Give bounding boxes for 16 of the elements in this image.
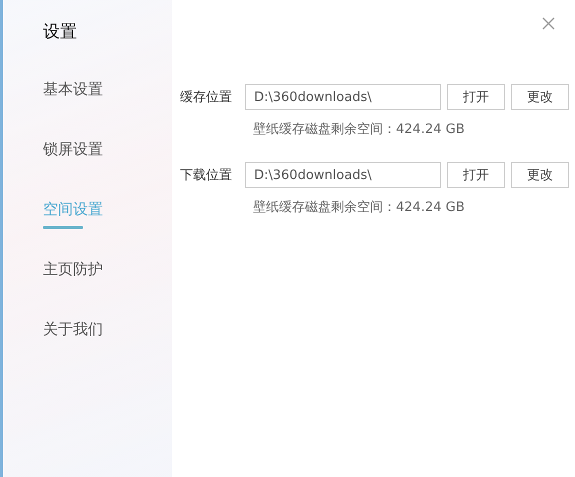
open-button[interactable]: 打开 <box>447 162 505 188</box>
sidebar-item[interactable]: 基本设置 <box>43 80 172 140</box>
location-label: 缓存位置 <box>180 89 233 106</box>
sidebar-item[interactable]: 关于我们 <box>43 320 172 380</box>
free-space-text: 壁纸缓存磁盘剩余空间：424.24 GB <box>253 121 466 138</box>
location-label: 下载位置 <box>180 167 233 184</box>
close-icon[interactable] <box>542 17 555 30</box>
free-space-text: 壁纸缓存磁盘剩余空间：424.24 GB <box>253 199 466 216</box>
open-button[interactable]: 打开 <box>447 84 505 110</box>
path-field[interactable]: D:\360downloads\ <box>245 162 441 188</box>
change-button[interactable]: 更改 <box>511 162 569 188</box>
path-field[interactable]: D:\360downloads\ <box>245 84 441 110</box>
settings-title: 设置 <box>43 21 78 44</box>
sidebar-item[interactable]: 锁屏设置 <box>43 140 172 200</box>
sidebar-item[interactable]: 主页防护 <box>43 260 172 320</box>
change-button[interactable]: 更改 <box>511 84 569 110</box>
